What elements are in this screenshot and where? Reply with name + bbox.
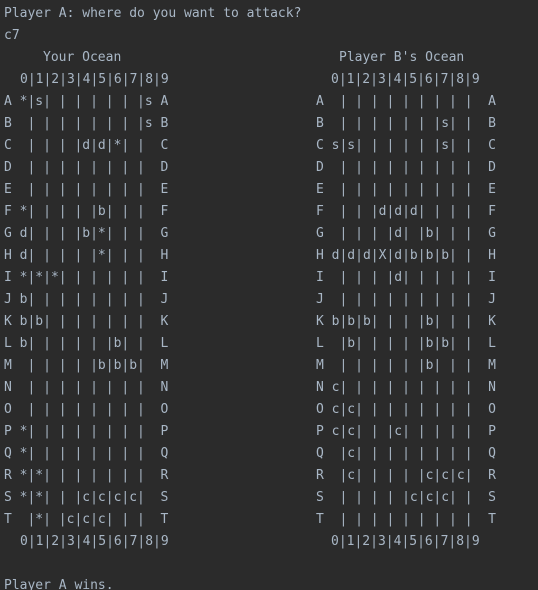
right-board-row-m: M | | | | | |b| | | M [316, 358, 497, 373]
right-board-row-i: I | | | |d| | | | | I [316, 270, 497, 285]
left-board-row-t: T |*| |c|c|c| | | T [4, 512, 169, 527]
right-board-row-o: O c|c| | | | | | | | O [316, 402, 497, 417]
left-board-column-header: 0|1|2|3|4|5|6|7|8|9 [20, 72, 169, 87]
left-board-row-r: R *|*| | | | | | | R [4, 468, 169, 483]
right-board-title: Player B's Ocean [339, 50, 465, 65]
right-board-row-t: T | | | | | | | | | T [316, 512, 497, 527]
left-board-row-e: E | | | | | | | | E [4, 182, 169, 197]
console-output: Player A: where do you want to attack? c… [0, 0, 538, 590]
right-board-column-header: 0|1|2|3|4|5|6|7|8|9 [331, 72, 480, 87]
right-board-row-j: J | | | | | | | | | J [316, 292, 497, 307]
right-board-row-g: G | | | |d| |b| | | G [316, 226, 497, 241]
right-board-row-a: A | | | | | | | | | A [316, 94, 497, 109]
right-board-column-footer: 0|1|2|3|4|5|6|7|8|9 [331, 534, 480, 549]
left-board-row-i: I *|*|*| | | | | | I [4, 270, 169, 285]
left-board-row-h: H d| | | | |*| | | H [4, 248, 169, 263]
right-board-row-n: N c| | | | | | | | | N [316, 380, 497, 395]
attack-prompt: Player A: where do you want to attack? [4, 6, 302, 21]
left-board-column-footer: 0|1|2|3|4|5|6|7|8|9 [20, 534, 169, 549]
left-board-row-q: Q *| | | | | | | | Q [4, 446, 169, 461]
right-board-row-e: E | | | | | | | | | E [316, 182, 497, 197]
left-board-row-m: M | | | | |b|b|b| M [4, 358, 169, 373]
right-board-row-d: D | | | | | | | | | D [316, 160, 497, 175]
game-result-message: Player A wins. [4, 578, 114, 590]
user-input-echo: c7 [4, 28, 20, 43]
left-board-row-n: N | | | | | | | | N [4, 380, 169, 395]
left-board-row-o: O | | | | | | | | O [4, 402, 169, 417]
right-board-row-b: B | | | | | | |s| | B [316, 116, 497, 131]
left-board-title: Your Ocean [43, 50, 122, 65]
right-board-row-h: H d|d|d|X|d|b|b|b| | H [316, 248, 497, 263]
left-board-row-s: S *|*| | |c|c|c|c| S [4, 490, 169, 505]
right-board-row-l: L |b| | | | |b|b| | L [316, 336, 497, 351]
right-board-row-s: S | | | | |c|c|c| | S [316, 490, 497, 505]
left-board-row-g: G d| | | |b|*| | | G [4, 226, 169, 241]
left-board-row-j: J b| | | | | | | | J [4, 292, 169, 307]
left-board-row-p: P *| | | | | | | | P [4, 424, 169, 439]
right-board-row-r: R |c| | | | |c|c|c| R [316, 468, 497, 483]
right-board-row-f: F | | |d|d|d| | | | F [316, 204, 497, 219]
left-board-row-k: K b|b| | | | | | | K [4, 314, 169, 329]
left-board-row-a: A *|s| | | | | | |s A [4, 94, 169, 109]
left-board-row-b: B | | | | | | | |s B [4, 116, 169, 131]
left-board-row-d: D | | | | | | | | D [4, 160, 169, 175]
right-board-row-q: Q |c| | | | | | | | Q [316, 446, 497, 461]
left-board-row-c: C | | | |d|d|*| | C [4, 138, 169, 153]
right-board-row-c: C s|s| | | | | |s| | C [316, 138, 497, 153]
right-board-row-k: K b|b|b| | | |b| | | K [316, 314, 497, 329]
left-board-row-l: L b| | | | | |b| | L [4, 336, 169, 351]
right-board-row-p: P c|c| | |c| | | | | P [316, 424, 497, 439]
left-board-row-f: F *| | | | |b| | | F [4, 204, 169, 219]
